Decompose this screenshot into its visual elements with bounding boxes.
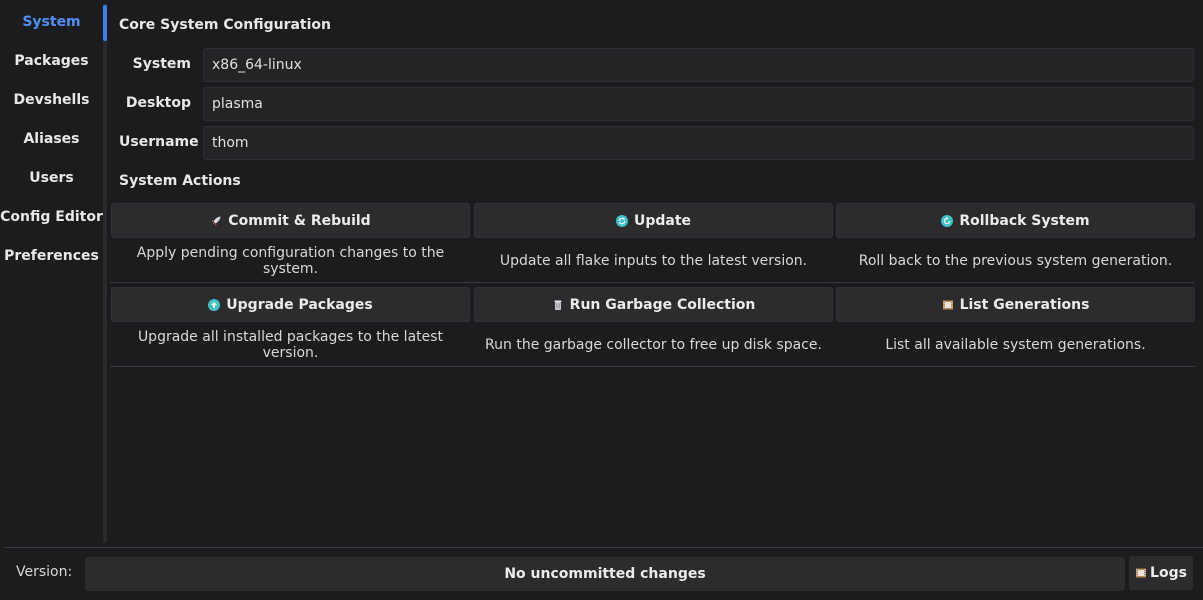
run-garbage-collection-label: Run Garbage Collection [569,296,756,313]
commit-rebuild-label: Commit & Rebuild [228,212,371,229]
rocket-icon [210,215,222,227]
film-icon [1135,567,1147,579]
username-field[interactable] [203,126,1194,160]
sidebar-item-users[interactable]: Users [0,160,103,196]
status-display: No uncommitted changes [85,557,1125,591]
main-panel: Core System Configuration System Desktop… [110,0,1203,545]
app-window: System Packages Devshells Aliases Users … [0,0,1203,600]
sidebar-rail [103,3,107,543]
desktop-field-label: Desktop [125,95,191,111]
commit-rebuild-description: Apply pending configuration changes to t… [136,245,445,277]
sidebar: System Packages Devshells Aliases Users … [0,3,107,543]
upgrade-icon [208,298,221,311]
update-label: Update [633,212,692,229]
logs-label: Logs [1150,565,1187,581]
upgrade-packages-description: Upgrade all installed packages to the la… [137,329,444,361]
sidebar-item-packages[interactable]: Packages [0,43,103,79]
upgrade-packages-button[interactable]: Upgrade Packages [111,287,470,322]
system-field[interactable] [203,48,1194,82]
upgrade-packages-label: Upgrade Packages [226,296,373,313]
sidebar-item-aliases[interactable]: Aliases [0,121,103,157]
sidebar-item-system[interactable]: System [0,4,103,40]
update-button[interactable]: Update [474,203,833,238]
system-field-label: System [132,56,191,72]
sidebar-item-preferences[interactable]: Preferences [0,238,103,274]
list-generations-label: List Generations [959,296,1090,313]
rollback-system-button[interactable]: Rollback System [836,203,1195,238]
sidebar-item-config-editor[interactable]: Config Editor [0,199,103,235]
actions-row-divider [110,282,1195,283]
desktop-field[interactable] [203,87,1194,121]
logs-button[interactable]: Logs [1129,556,1193,590]
run-garbage-collection-button[interactable]: Run Garbage Collection [474,287,833,322]
run-garbage-collection-description: Run the garbage collector to free up dis… [485,337,822,353]
username-field-label: Username [119,134,199,150]
trash-icon [552,299,564,311]
list-generations-description: List all available system generations. [885,337,1146,353]
update-description: Update all flake inputs to the latest ve… [499,253,808,269]
config-section-title: Core System Configuration [119,17,332,33]
sidebar-active-indicator [103,5,107,41]
rollback-system-label: Rollback System [959,212,1090,229]
version-label: Version: [16,564,73,580]
refresh-icon [615,214,628,227]
sidebar-item-devshells[interactable]: Devshells [0,82,103,118]
rollback-system-description: Roll back to the previous system generat… [858,253,1173,269]
commit-rebuild-button[interactable]: Commit & Rebuild [111,203,470,238]
actions-section-title: System Actions [119,173,241,189]
actions-bottom-divider [110,366,1195,367]
film-icon [942,299,954,311]
list-generations-button[interactable]: List Generations [836,287,1195,322]
rollback-icon [941,214,954,227]
footer-divider [5,547,1203,548]
